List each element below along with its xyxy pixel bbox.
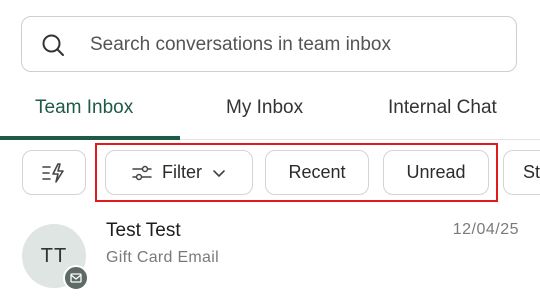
conversation-item[interactable]: TT Test Test Gift Card Email 12/04/25 <box>0 210 540 304</box>
active-tab-indicator <box>0 136 180 140</box>
inbox-tabs: Team Inbox My Inbox Internal Chat <box>0 86 540 140</box>
search-icon <box>42 34 64 56</box>
email-channel-badge <box>63 265 89 291</box>
avatar-initials: TT <box>40 244 68 267</box>
conversation-name: Test Test <box>106 220 181 241</box>
filter-button[interactable]: Filter <box>105 150 253 195</box>
email-icon <box>70 273 82 283</box>
conversation-subtitle: Gift Card Email <box>106 249 219 266</box>
search-bar[interactable] <box>21 16 517 73</box>
unread-filter-chip[interactable]: Unread <box>383 150 489 195</box>
tab-team-inbox[interactable]: Team Inbox <box>35 86 133 130</box>
inbox-screen: Team Inbox My Inbox Internal Chat Filter… <box>0 0 540 304</box>
tab-my-inbox[interactable]: My Inbox <box>226 86 303 130</box>
recent-label: Recent <box>288 162 346 182</box>
recent-filter-chip[interactable]: Recent <box>265 150 369 195</box>
unread-label: Unread <box>406 162 466 182</box>
chevron-down-icon <box>213 169 225 177</box>
quick-actions-button[interactable] <box>22 150 86 195</box>
sliders-icon <box>132 165 152 180</box>
filter-label: Filter <box>162 162 202 182</box>
search-input[interactable] <box>90 17 500 73</box>
conversation-date: 12/04/25 <box>452 221 519 238</box>
status-label: St <box>523 162 540 182</box>
tab-internal-chat[interactable]: Internal Chat <box>388 86 497 130</box>
status-filter-chip[interactable]: St <box>503 150 540 195</box>
quick-actions-icon <box>42 162 64 183</box>
